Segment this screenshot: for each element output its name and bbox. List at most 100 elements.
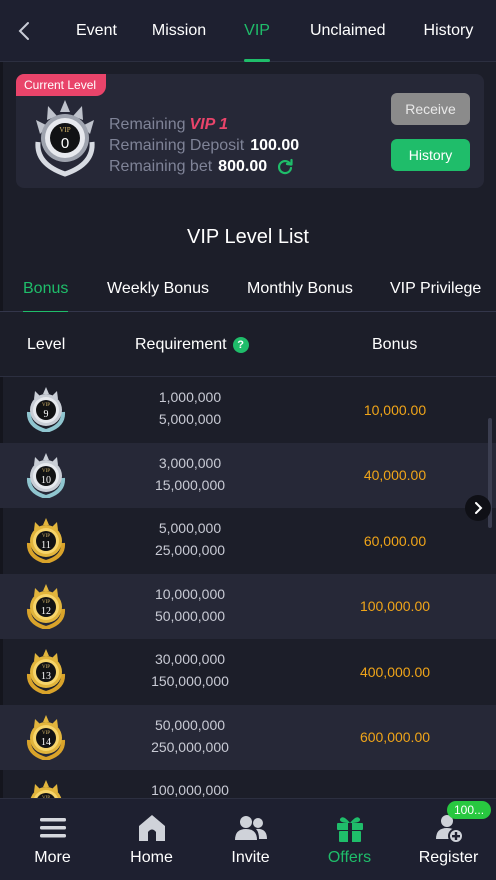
table-row: VIP15 100,000,000 xyxy=(0,770,496,798)
vip-level-medal-icon: VIP15 xyxy=(22,779,70,798)
back-button[interactable] xyxy=(0,0,48,62)
header-level: Level xyxy=(27,335,66,353)
requirement-deposit: 1,000,000 xyxy=(158,389,222,405)
svg-text:0: 0 xyxy=(61,135,69,152)
svg-text:VIP: VIP xyxy=(42,731,50,736)
bonus-value: 10,000.00 xyxy=(363,401,427,418)
users-icon xyxy=(234,816,267,840)
svg-text:VIP: VIP xyxy=(59,126,70,134)
remaining-deposit-line: Remaining Deposit 100.00 xyxy=(109,137,300,154)
vip-level-number: 12 xyxy=(41,606,51,617)
requirement-deposit: 30,000,000 xyxy=(154,651,226,667)
nav-more[interactable]: More xyxy=(3,799,102,880)
table-row: VIP 10 3,000,000 15,000,000 40,000.00 xyxy=(0,442,496,508)
vip-level-medal-icon: VIP 13 xyxy=(22,648,70,696)
subtab-monthly-bonus[interactable]: Monthly Bonus xyxy=(247,266,353,312)
remaining-deposit-value: 100.00 xyxy=(250,137,300,154)
requirement-values: 5,000,000 25,000,000 xyxy=(120,517,260,561)
subtab-weekly-bonus[interactable]: Weekly Bonus xyxy=(107,266,209,312)
requirement-deposit: 3,000,000 xyxy=(158,454,222,471)
svg-text:VIP: VIP xyxy=(42,600,50,605)
requirement-help-icon[interactable]: ? xyxy=(232,336,249,353)
svg-text:VIP: VIP xyxy=(42,403,50,408)
current-level-card: Current Level VIP 0 Remaining VIP 1 Remai… xyxy=(16,74,484,188)
current-level-badge: Current Level xyxy=(16,74,107,96)
requirement-values: 3,000,000 15,000,000 xyxy=(120,452,260,496)
table-row: VIP 12 10,000,000 50,000,000 100,000.00 xyxy=(0,573,496,639)
vip-level-number: 9 xyxy=(44,409,49,420)
refresh-icon[interactable] xyxy=(276,158,294,176)
tab-unclaimed[interactable]: Unclaimed xyxy=(310,0,386,62)
header-bonus: Bonus xyxy=(372,335,418,353)
menu-icon xyxy=(39,818,66,838)
vip-level-list-title: VIP Level List xyxy=(187,226,309,248)
requirement-values: 1,000,000 5,000,000 xyxy=(120,386,260,430)
vip-level-medal-icon: VIP 14 xyxy=(22,714,70,761)
requirement-values: 50,000,000 250,000,000 xyxy=(120,714,260,758)
receive-button[interactable]: Receive xyxy=(391,93,470,125)
vip-level-medal-icon: VIP 12 xyxy=(22,583,70,630)
bottom-nav: More Home Invite Offers Register xyxy=(0,798,496,880)
svg-text:VIP: VIP xyxy=(42,534,50,539)
tab-mission[interactable]: Mission xyxy=(152,0,206,62)
table-row: VIP 14 50,000,000 250,000,000 600,000.00 xyxy=(0,704,496,770)
bonus-value: 600,000.00 xyxy=(359,729,431,745)
requirement-bet: 250,000,000 xyxy=(151,738,229,755)
requirement-values: 30,000,000 150,000,000 xyxy=(120,648,260,692)
register-bonus-badge: 100... xyxy=(447,801,492,819)
vip-level-medal-icon: VIP 11 xyxy=(22,517,70,565)
vip-level-number: 14 xyxy=(41,737,51,748)
remaining-vip-line: Remaining VIP 1 xyxy=(109,116,229,133)
tab-history[interactable]: History xyxy=(424,0,474,62)
requirement-values: 10,000,000 50,000,000 xyxy=(120,583,260,627)
remaining-vip-value: VIP 1 xyxy=(189,116,229,133)
tab-vip[interactable]: VIP xyxy=(244,0,270,62)
nav-offers[interactable]: Offers xyxy=(300,799,399,880)
level-list-tabs: Bonus Weekly Bonus Monthly Bonus VIP Pri… xyxy=(0,266,496,313)
svg-text:VIP: VIP xyxy=(42,469,50,474)
subtab-bonus[interactable]: Bonus xyxy=(23,266,69,313)
requirement-deposit: 50,000,000 xyxy=(154,716,226,733)
requirement-bet: 15,000,000 xyxy=(154,476,226,493)
vip-level-medal-icon: VIP 10 xyxy=(22,452,70,499)
requirement-deposit: 100,000,000 xyxy=(151,782,229,798)
history-button[interactable]: History xyxy=(391,139,470,171)
home-icon xyxy=(138,815,165,841)
bonus-value xyxy=(320,770,470,798)
subtab-vip-privilege[interactable]: VIP Privilege xyxy=(390,266,481,312)
requirement-bet: 150,000,000 xyxy=(151,673,229,689)
scroll-right-button[interactable] xyxy=(465,495,491,521)
vip-level-number: 11 xyxy=(41,540,51,551)
remaining-bet-line: Remaining bet 800.00 xyxy=(109,156,299,177)
vip-level-number: 10 xyxy=(41,475,51,486)
remaining-info: Remaining VIP 1 Remaining Deposit 100.00 R… xyxy=(109,114,299,177)
remaining-bet-value: 800.00 xyxy=(218,158,268,175)
bonus-value: 100,000.00 xyxy=(359,598,431,614)
vip-medal-icon: VIP 0 xyxy=(30,98,100,178)
requirement-deposit: 10,000,000 xyxy=(154,585,226,602)
table-row: VIP 11 5,000,000 25,000,000 60,000.00 xyxy=(0,508,496,574)
bonus-value: 400,000.00 xyxy=(359,663,431,680)
table-row: VIP 9 1,000,000 5,000,000 10,000.00 xyxy=(0,377,496,443)
svg-text:VIP: VIP xyxy=(42,665,50,670)
bonus-value: 40,000.00 xyxy=(363,467,427,483)
nav-home[interactable]: Home xyxy=(102,799,201,880)
vip-level-table: VIP 9 1,000,000 5,000,000 10,000.00 VIP 10 3,00… xyxy=(0,377,496,798)
bonus-value: 60,000.00 xyxy=(363,532,427,549)
requirement-deposit: 5,000,000 xyxy=(158,520,222,536)
chevron-left-icon xyxy=(18,21,29,40)
vip-level-number: 13 xyxy=(41,671,51,682)
gift-icon xyxy=(336,817,363,842)
chevron-right-icon xyxy=(475,502,483,514)
requirement-bet: 50,000,000 xyxy=(154,607,226,624)
top-nav: Event Mission VIP Unclaimed History xyxy=(0,0,496,62)
requirement-bet: 25,000,000 xyxy=(154,542,226,558)
table-header: Level Requirement ? Bonus xyxy=(0,312,496,377)
header-requirement: Requirement ? xyxy=(135,312,249,377)
vip-level-medal-icon: VIP 9 xyxy=(22,386,70,434)
nav-invite[interactable]: Invite xyxy=(201,799,300,880)
requirement-values: 100,000,000 xyxy=(120,779,260,798)
requirement-bet: 5,000,000 xyxy=(158,411,222,427)
table-row: VIP 13 30,000,000 150,000,000 400,000.00 xyxy=(0,639,496,705)
tab-event[interactable]: Event xyxy=(76,0,117,62)
